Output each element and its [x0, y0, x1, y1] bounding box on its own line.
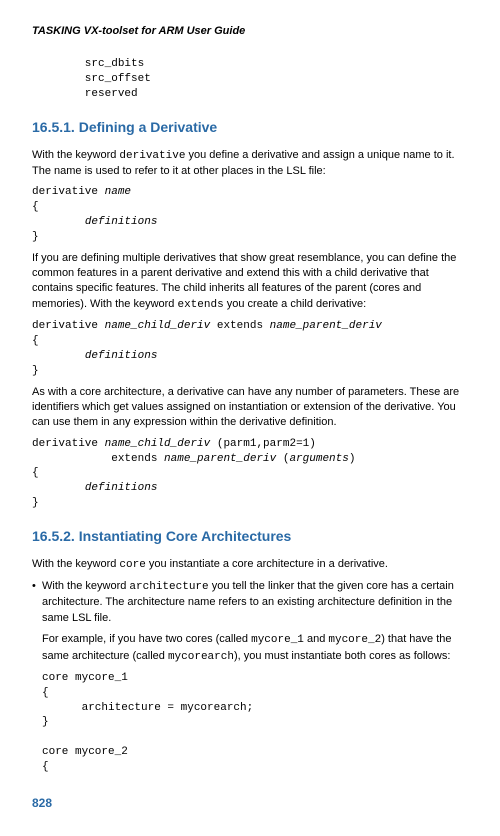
inline-code: mycore_1: [251, 634, 304, 646]
code-placeholder-parent: name_parent_deriv: [270, 320, 382, 332]
code-derivative-basic: derivative name { definitions }: [32, 185, 468, 244]
code-placeholder-definitions: definitions: [85, 350, 158, 362]
code-text: derivative: [32, 320, 105, 332]
text: you create a child derivative:: [224, 298, 366, 310]
code-text: derivative: [32, 438, 105, 450]
section-heading-defining-derivative: 16.5.1. Defining a Derivative: [32, 118, 468, 138]
text: and: [304, 633, 328, 645]
bullet-item: • With the keyword architecture you tell…: [32, 579, 468, 626]
code-placeholder-definitions: definitions: [85, 216, 158, 228]
code-text: {: [32, 335, 85, 362]
code-placeholder-arguments: arguments: [289, 453, 348, 465]
bullet-dot-icon: •: [32, 579, 42, 626]
code-derivative-extends: derivative name_child_deriv extends name…: [32, 319, 468, 378]
code-keywords-top: src_dbits src_offset reserved: [32, 57, 468, 102]
code-core-instantiate: core mycore_1 { architecture = mycorearc…: [42, 671, 468, 775]
paragraph-example: For example, if you have two cores (call…: [42, 632, 468, 665]
keyword-architecture: architecture: [129, 581, 208, 593]
code-text: (: [276, 453, 289, 465]
keyword-core: core: [119, 559, 145, 571]
code-placeholder-definitions: definitions: [85, 482, 158, 494]
doc-title: TASKING VX-toolset for ARM User Guide: [32, 24, 468, 39]
code-text: }: [32, 497, 39, 509]
code-text: }: [32, 231, 39, 243]
paragraph: As with a core architecture, a derivativ…: [32, 385, 468, 431]
paragraph: With the keyword derivative you define a…: [32, 148, 468, 180]
code-derivative-params: derivative name_child_deriv (parm1,parm2…: [32, 437, 468, 511]
text: For example, if you have two cores (call…: [42, 633, 251, 645]
keyword-derivative: derivative: [119, 150, 185, 162]
code-placeholder-name: name: [105, 186, 131, 198]
code-text: }: [32, 365, 39, 377]
bullet-text: With the keyword architecture you tell t…: [42, 579, 468, 626]
inline-code: mycore_2: [328, 634, 381, 646]
paragraph: With the keyword core you instantiate a …: [32, 557, 468, 573]
text: With the keyword: [32, 558, 119, 570]
text: With the keyword: [32, 149, 119, 161]
text: you instantiate a core architecture in a…: [146, 558, 388, 570]
text: ), you must instantiate both cores as fo…: [234, 650, 450, 662]
inline-code: mycorearch: [168, 651, 234, 663]
code-text: {: [32, 201, 85, 228]
code-text: derivative: [32, 186, 105, 198]
code-placeholder-parent: name_parent_deriv: [164, 453, 276, 465]
paragraph: If you are defining multiple derivatives…: [32, 251, 468, 314]
code-placeholder-child: name_child_deriv: [105, 438, 211, 450]
code-placeholder-child: name_child_deriv: [105, 320, 211, 332]
keyword-extends: extends: [177, 299, 223, 311]
page-number: 828: [32, 795, 468, 812]
text: With the keyword: [42, 580, 129, 592]
section-heading-instantiating-core: 16.5.2. Instantiating Core Architectures: [32, 527, 468, 547]
code-text: extends: [210, 320, 269, 332]
